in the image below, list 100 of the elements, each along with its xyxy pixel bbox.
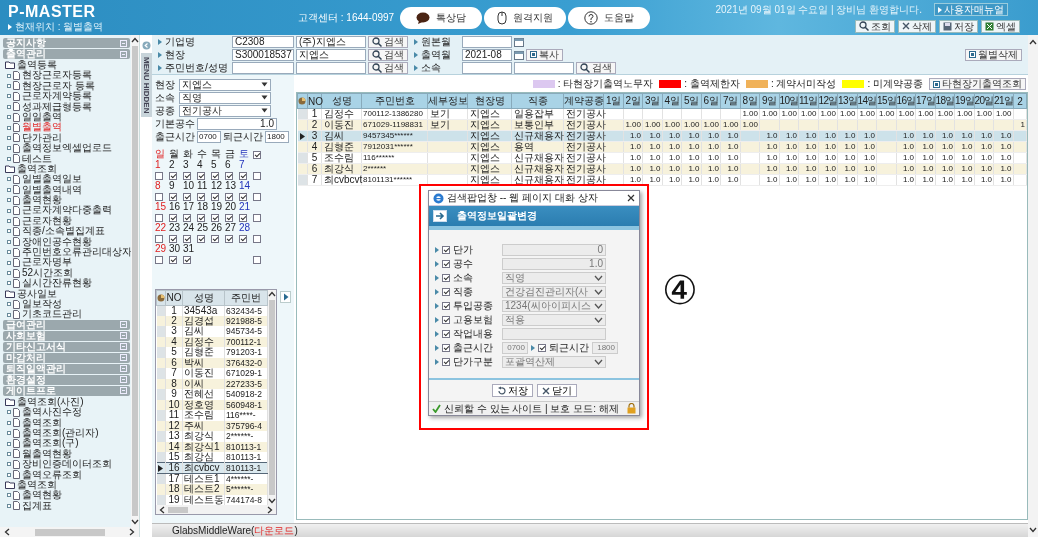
menu-item[interactable]: 성과제급형등록 — [22, 101, 92, 112]
table-row[interactable]: 13 최강식 2******- — [156, 431, 268, 442]
menu-item[interactable]: 일일출역 — [22, 111, 62, 123]
caret-left-icon[interactable] — [159, 505, 165, 514]
checkbox[interactable] — [225, 171, 233, 180]
column-header[interactable]: 주민번호 — [361, 93, 428, 109]
caret-up-icon[interactable] — [1029, 39, 1037, 45]
checkbox[interactable] — [253, 234, 261, 243]
checkbox[interactable] — [169, 213, 177, 222]
table-row[interactable]: 18 테스트2 5******- — [156, 484, 268, 495]
checkbox[interactable] — [169, 171, 177, 180]
menu-item[interactable]: 월출역현황 — [22, 448, 72, 460]
menu-item[interactable]: 주민번호오류관리대상자 — [22, 247, 131, 258]
scrollbar[interactable] — [0, 527, 139, 537]
menu-folder[interactable]: 출역조회 — [17, 163, 57, 175]
table-row[interactable]: 2 김경섭 921988-5 — [156, 315, 268, 326]
column-header[interactable]: 성명 — [182, 290, 225, 305]
dialog-button[interactable]: 닫기 — [536, 384, 577, 397]
checkbox[interactable] — [253, 171, 261, 180]
table-row[interactable]: 14 최강식1 810113-1 — [156, 441, 268, 452]
menu-item[interactable]: 출역조회 — [22, 417, 62, 428]
column-header[interactable]: 주민번 — [224, 290, 268, 305]
input-field[interactable]: 지엡스 — [296, 48, 366, 61]
checkbox[interactable] — [197, 213, 205, 222]
checkbox[interactable] — [253, 192, 261, 201]
menu-item[interactable]: 출역오류조회 — [22, 469, 82, 480]
checkbox[interactable] — [211, 234, 219, 243]
close-icon[interactable] — [627, 194, 635, 202]
menu-item[interactable]: 출역현황 — [22, 195, 62, 206]
table-row[interactable]: 6 최강식 2****** 지엡스 신규채용자 전기공사 1.0 1.0 1.0 1.0 1.0 1.0 1.0 1.0 1.0 1.0 1.0 1.0 1.0 1.0 1.0 1.0 1.0 1.0 — [297, 163, 1027, 175]
checkbox[interactable] — [197, 192, 205, 201]
menu-item[interactable]: 장비인증데이터조회 — [22, 459, 112, 470]
menu-item[interactable]: 출역사진수정 — [22, 407, 82, 418]
input-field[interactable] — [514, 61, 574, 74]
checkbox[interactable] — [225, 234, 233, 243]
checkbox[interactable] — [239, 234, 247, 243]
input-field[interactable] — [296, 61, 366, 74]
download-link[interactable]: 다운로드 — [254, 523, 295, 537]
table-row[interactable]: 12 주씨 375796-4 — [156, 420, 268, 431]
table-row[interactable]: 8 이씨 227233-5 — [156, 378, 268, 389]
input-field[interactable]: (주)지엡스 — [296, 35, 366, 48]
table-row[interactable]: 1 김정수 700112-1386280 보기 지엡스 일용잡부 전기공사 1.00 1.00 1.00 1.00 1.00 1.00 1.00 1.00 1.00 1.00 1.00 1.00 1.00 1.00 — [297, 108, 1027, 120]
table-row[interactable]: 5 조수림 116****** 지엡스 신규채용자 전기공사 1.0 1.0 1.0 1.0 1.0 1.0 1.0 1.0 1.0 1.0 1.0 1.0 1.0 1.0 1.0 1.0 1.0 1.0 — [297, 152, 1027, 164]
toolbar-button[interactable]: 엑셀 — [981, 19, 1020, 33]
menu-item[interactable]: 기초코드관리 — [22, 309, 82, 320]
table-row[interactable]: 6 박씨 376432-0 — [156, 357, 268, 368]
menu-item[interactable]: 출역현황 — [22, 490, 62, 501]
scrollbar[interactable] — [1028, 35, 1038, 537]
dropdown[interactable]: 지엡스 — [179, 78, 271, 91]
checkbox[interactable] — [253, 150, 261, 159]
table-row[interactable]: 4 김정수 700112-1 — [156, 336, 268, 347]
table-row[interactable]: 1 34543a 632434-5 — [156, 305, 268, 316]
column-header[interactable]: 계약공종 — [563, 93, 604, 109]
toolbar-button[interactable]: 조회 — [855, 19, 895, 33]
view-link[interactable]: 보기 — [427, 119, 468, 131]
scroll-thumb[interactable] — [34, 528, 105, 536]
menu-item[interactable]: 52시간조회 — [22, 267, 74, 279]
menu-item[interactable]: 출역정보엑셀업로드 — [22, 143, 112, 154]
checkbox[interactable] — [253, 213, 261, 222]
toolbar-button[interactable]: 저장 — [939, 19, 978, 33]
column-header[interactable]: 세부정보 — [427, 93, 468, 109]
move-button[interactable] — [280, 290, 291, 303]
menu-item[interactable]: 근로자계약등록 — [22, 91, 92, 102]
menu-item[interactable]: 월별출역 — [22, 122, 62, 133]
copy-button[interactable]: 복사 — [526, 48, 563, 61]
dropdown[interactable]: 전기공사 — [179, 104, 271, 117]
menu-item[interactable]: 근로자계약다중출력 — [22, 205, 112, 216]
checkbox[interactable] — [155, 255, 163, 264]
search-button[interactable]: 검색 — [368, 35, 408, 48]
caret-right-icon[interactable] — [267, 505, 273, 514]
search-button[interactable]: 검색 — [368, 61, 408, 74]
header-button[interactable]: 원격지원 — [484, 6, 567, 29]
checkbox[interactable] — [211, 171, 219, 180]
input-field[interactable]: 0700 — [197, 130, 221, 143]
column-header[interactable]: 현장명 — [467, 93, 512, 109]
checkbox[interactable] — [239, 213, 247, 222]
checkbox[interactable] — [169, 234, 177, 243]
menu-item[interactable]: 실시간잔류현황 — [22, 278, 92, 289]
menu-item[interactable]: 장애인공수현황 — [22, 236, 92, 248]
checkbox[interactable] — [239, 171, 247, 180]
caret-down-icon[interactable] — [131, 519, 139, 525]
scroll-thumb[interactable] — [132, 46, 138, 516]
caret-up-icon[interactable] — [268, 290, 276, 297]
table-row[interactable]: 9 전혜선 540918-2 — [156, 389, 268, 400]
menu-item[interactable]: 출역조회(관리자) — [22, 427, 99, 439]
menu-item[interactable]: 출역조회(구) — [22, 438, 79, 449]
delete-button[interactable]: 월별삭제 — [965, 48, 1022, 61]
table-row[interactable]: 3 김씨 9457345****** 지엡스 신규채용자 전기공사 1.0 1.0 1.0 1.0 1.0 1.0 1.0 1.0 1.0 1.0 1.0 1.0 1.0 1.0 1.0 1.0 1.0 1.0 — [297, 130, 1027, 142]
scrollbar[interactable] — [268, 289, 276, 505]
table-row[interactable]: 10 정호영 560948-1 — [156, 399, 268, 410]
checkbox[interactable] — [183, 234, 191, 243]
checkbox[interactable] — [183, 255, 191, 264]
table-row[interactable]: 16 최cvbcv 810113-1 — [156, 462, 268, 474]
calendar-icon[interactable] — [514, 49, 524, 60]
menu-item[interactable]: 테스트 — [22, 153, 52, 164]
checkbox[interactable] — [155, 192, 163, 201]
checkbox[interactable] — [183, 171, 191, 180]
menu-folder[interactable]: 공사일보 — [17, 288, 57, 299]
menu-item[interactable]: 일보작성 — [22, 299, 62, 310]
table-row[interactable]: 4 김형준 7912031****** 지엡스 용역 전기공사 1.0 1.0 1.0 1.0 1.0 1.0 1.0 1.0 1.0 1.0 1.0 1.0 1.0 1.0 1.0 1.0 1.0 1.0 — [297, 141, 1027, 153]
